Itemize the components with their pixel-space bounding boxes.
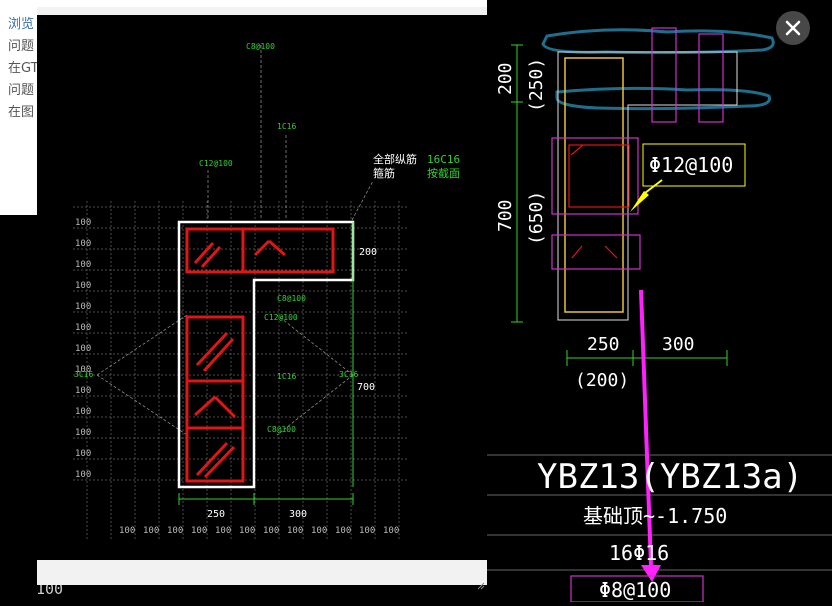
legend-label-2: 箍筋 xyxy=(373,166,395,180)
grid-label: 100 xyxy=(75,449,91,459)
grid-label: 100 xyxy=(75,260,91,270)
grid-label: 100 xyxy=(287,526,303,536)
ybz13-detail-svg: Φ12@100 250 300 (200) 200 (250) 700 (650… xyxy=(487,27,832,603)
label-top-c8: C8@100 xyxy=(246,42,275,51)
label-c8-mid: C8@100 xyxy=(277,294,306,303)
dim-700-vert: 700 xyxy=(495,199,516,232)
detail-title: YBZ13(YBZ13a) xyxy=(537,457,803,497)
stirrup-spec: Φ8@100 xyxy=(599,578,671,602)
dim-650-paren-vert: (650) xyxy=(526,191,547,245)
legend-label-1: 全部纵筋 xyxy=(373,152,417,166)
stirrup-outline xyxy=(564,57,624,313)
highlight-boxes xyxy=(551,27,724,270)
close-button[interactable] xyxy=(776,11,810,45)
dim-label-250: 250 xyxy=(207,509,225,520)
longitudinal-bars: 16Φ16 xyxy=(609,541,669,565)
rebar-cages xyxy=(185,227,335,483)
grid-label: 100 xyxy=(239,526,255,536)
legend-value-1: 16C16 xyxy=(427,153,460,166)
label-3c16-right: 3C16 xyxy=(339,370,358,379)
grid-label: 100 xyxy=(191,526,207,536)
dim-250-paren-vert: (250) xyxy=(526,58,547,112)
dim-200-vert: 200 xyxy=(495,62,516,95)
callout-text: Φ12@100 xyxy=(649,153,733,177)
image-viewer-window[interactable]: 100 100 100 100 100 100 100 100 100 100 100 100 100 1… xyxy=(37,7,487,590)
grid-label: 100 xyxy=(75,470,91,480)
grid-label: 100 xyxy=(75,218,91,228)
rebar-marks xyxy=(568,144,630,259)
dim-label-200: 200 xyxy=(359,247,377,258)
grid-label: 100 xyxy=(143,526,159,536)
grid-label: 100 xyxy=(167,526,183,536)
label-c12: C12@100 xyxy=(199,159,233,168)
grid-label: 100 xyxy=(75,281,91,291)
grid-label: 100 xyxy=(75,344,91,354)
grid-label: 100 xyxy=(383,526,399,536)
grid-label: 100 xyxy=(119,526,135,536)
label-1c16-top: 1C16 xyxy=(277,122,296,131)
label-1c16-mid: 1C16 xyxy=(277,372,296,381)
dim-label-700: 700 xyxy=(357,382,375,393)
grid-label: 100 xyxy=(215,526,231,536)
dim-label-300: 300 xyxy=(289,509,307,520)
right-cad-drawing: Φ12@100 250 300 (200) 200 (250) 700 (650… xyxy=(487,0,832,603)
bg-line-3: 问题 xyxy=(8,83,35,98)
grid-label: 100 xyxy=(75,239,91,249)
grid-label: 100 xyxy=(359,526,375,536)
grid-label: 100 xyxy=(75,323,91,333)
label-c12-mid: C12@100 xyxy=(264,313,298,322)
bg-line-1: 问题 xyxy=(8,39,35,54)
viewer-scrollbar[interactable] xyxy=(37,560,487,582)
dim-250: 250 xyxy=(587,334,620,355)
grid-label: 100 xyxy=(75,428,91,438)
bg-line-0[interactable]: 浏览 xyxy=(8,14,39,36)
cad-canvas: 100 100 100 100 100 100 100 100 100 100 100 100 100 1… xyxy=(37,15,487,560)
label-c8-low: C8@100 xyxy=(267,425,296,434)
dim-300: 300 xyxy=(662,334,695,355)
close-icon[interactable] xyxy=(784,19,802,37)
grid-label: 100 xyxy=(263,526,279,536)
resize-grip-icon[interactable] xyxy=(477,575,485,590)
label-3c16-left: 3C16 xyxy=(74,370,93,379)
bg-line-4: 在图 xyxy=(8,105,35,120)
grid-label: 100 xyxy=(75,302,91,312)
revision-cloud-mid xyxy=(555,86,772,111)
callout-arrow xyxy=(630,191,649,212)
grid-label: 100 xyxy=(335,526,351,536)
grid-label: 100 xyxy=(311,526,327,536)
revision-cloud-top xyxy=(541,28,775,55)
background-text: 浏览 问题 在GT 问题 在图 xyxy=(8,14,39,124)
grid-label: 100 xyxy=(75,386,91,396)
cad-section-drawing: 100 100 100 100 100 100 100 100 100 100 100 100 100 1… xyxy=(73,42,460,540)
dim-200-paren: (200) xyxy=(575,370,629,391)
grid-label: 100 xyxy=(75,407,91,417)
bg-line-2: 在GT xyxy=(8,61,39,76)
base-range: 基础顶~-1.750 xyxy=(583,504,727,528)
legend-value-2: 按截面 xyxy=(427,166,460,180)
